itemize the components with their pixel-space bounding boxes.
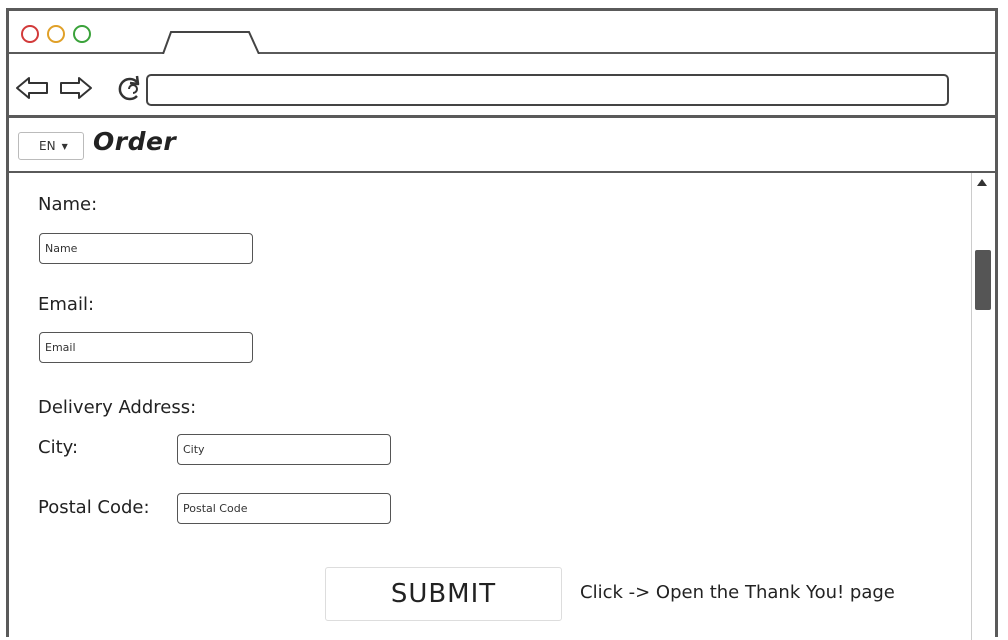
navigation-bar: [9, 54, 995, 118]
language-select[interactable]: EN ▼: [18, 132, 84, 160]
scroll-up-icon[interactable]: [977, 179, 987, 186]
name-label: Name:: [38, 194, 98, 215]
minimize-window-button[interactable]: [47, 25, 65, 43]
city-input[interactable]: [177, 434, 391, 465]
vertical-scrollbar[interactable]: [971, 173, 995, 640]
postal-code-input[interactable]: [177, 493, 391, 524]
name-input[interactable]: [39, 233, 253, 264]
submit-button[interactable]: SUBMIT: [325, 567, 562, 621]
email-label: Email:: [38, 294, 95, 315]
maximize-window-button[interactable]: [73, 25, 91, 43]
forward-arrow-icon[interactable]: [59, 76, 93, 104]
close-window-button[interactable]: [21, 25, 39, 43]
refresh-icon[interactable]: [115, 74, 143, 108]
title-bar: [9, 11, 995, 54]
order-form: Name: Email: Delivery Address: City: Pos…: [9, 173, 995, 640]
city-label: City:: [38, 437, 79, 458]
page-title: Order: [93, 127, 177, 156]
url-bar[interactable]: [146, 74, 949, 106]
app-header: EN ▼ Order: [9, 121, 995, 173]
delivery-address-label: Delivery Address:: [38, 397, 197, 418]
scroll-thumb[interactable]: [975, 250, 991, 310]
submit-annotation: Click -> Open the Thank You! page: [580, 582, 895, 603]
back-arrow-icon[interactable]: [15, 76, 49, 104]
language-value: EN: [39, 139, 56, 153]
email-input[interactable]: [39, 332, 253, 363]
browser-window: EN ▼ Order Name: Email: Delivery Address…: [6, 8, 998, 640]
postal-code-label: Postal Code:: [38, 497, 150, 518]
browser-tab[interactable]: [161, 30, 261, 54]
chevron-down-icon: ▼: [61, 141, 68, 151]
